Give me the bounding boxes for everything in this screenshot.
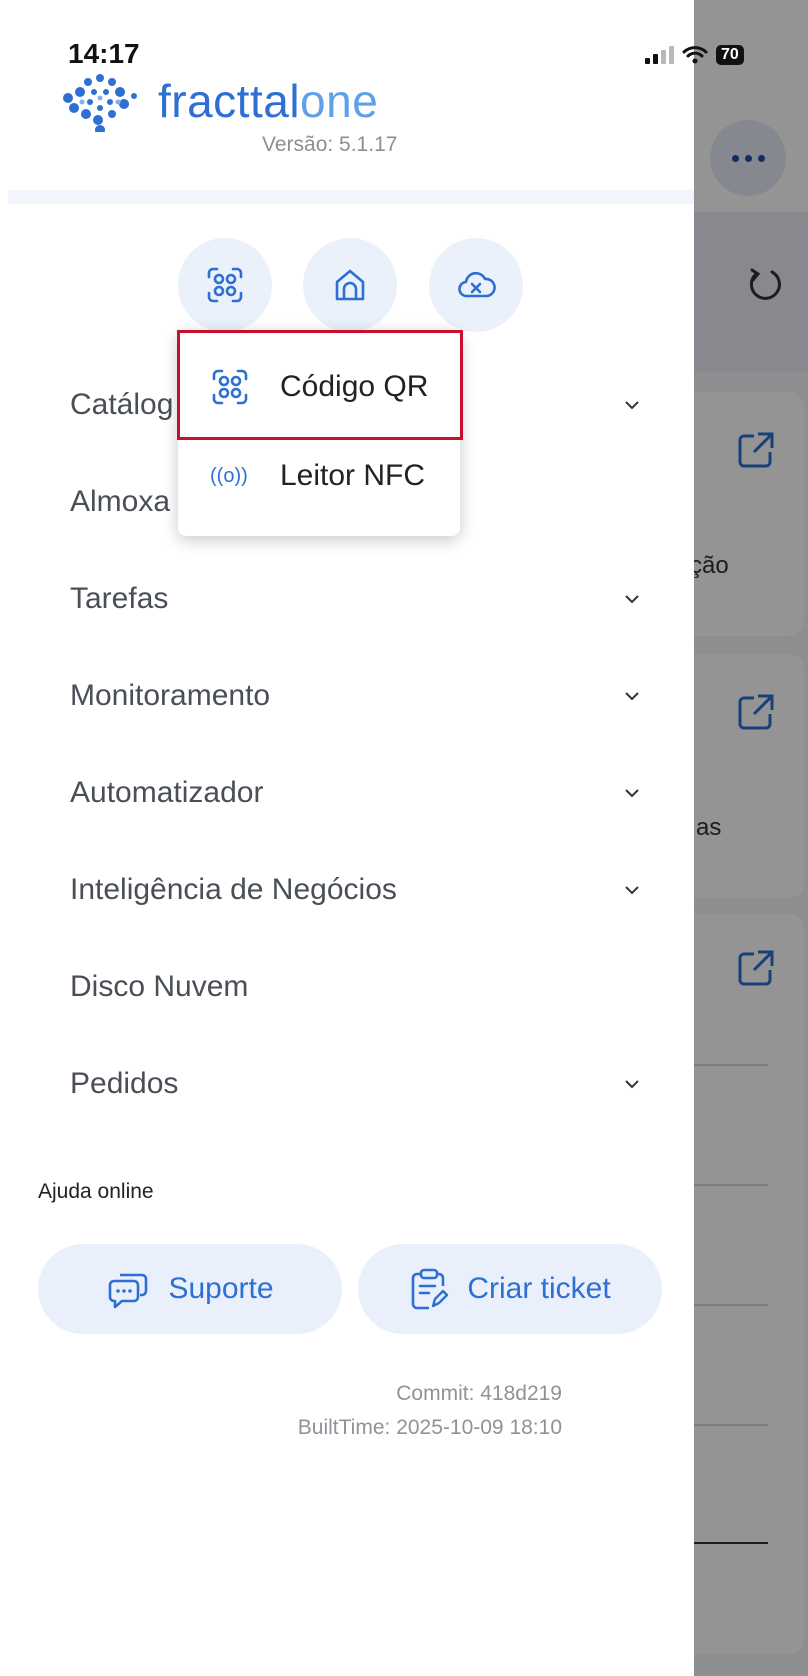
selection-highlight bbox=[177, 330, 463, 440]
menu-item-label: Catálog bbox=[70, 388, 174, 421]
navigation-drawer: fracttalone Versão: 5.1.17 14:17 70 Catá… bbox=[0, 0, 744, 1676]
built-time-info: BuiltTime: 2025-10-09 18:10 bbox=[297, 1416, 562, 1439]
offline-button[interactable] bbox=[429, 238, 523, 332]
menu-option-label: Leitor NFC bbox=[280, 459, 426, 492]
menu-item-label: Disco Nuvem bbox=[70, 970, 249, 1003]
menu-item-inteligencia-de-negocios[interactable]: Inteligência de Negócios bbox=[70, 860, 640, 920]
support-button-label: Suporte bbox=[168, 1272, 274, 1305]
menu-item-monitoramento[interactable]: Monitoramento bbox=[70, 666, 640, 726]
status-time: 14:17 bbox=[68, 38, 140, 69]
chevron-down-icon bbox=[625, 401, 639, 410]
home-button[interactable] bbox=[303, 238, 397, 332]
menu-item-label: Inteligência de Negócios bbox=[70, 873, 397, 906]
cloud-off-icon bbox=[458, 271, 496, 298]
status-icons: 70 bbox=[645, 45, 744, 65]
qr-scan-icon bbox=[207, 267, 243, 303]
chevron-down-icon bbox=[625, 595, 639, 604]
chevron-down-icon bbox=[625, 789, 639, 798]
home-icon bbox=[335, 269, 365, 301]
nfc-icon: ((o)) bbox=[210, 464, 248, 487]
header-divider bbox=[8, 190, 694, 204]
brand-wordmark: fracttalone bbox=[158, 75, 379, 127]
menu-item-automatizador[interactable]: Automatizador bbox=[70, 763, 640, 823]
menu-item-pedidos[interactable]: Pedidos bbox=[70, 1054, 640, 1114]
app-version: Versão: 5.1.17 bbox=[262, 133, 398, 156]
commit-info: Commit: 418d219 bbox=[396, 1382, 562, 1405]
menu-item-tarefas[interactable]: Tarefas bbox=[70, 569, 640, 629]
chevron-down-icon bbox=[625, 886, 639, 895]
clipboard-edit-icon bbox=[412, 1268, 449, 1310]
fracttal-logo: fracttalone bbox=[60, 70, 460, 135]
create-ticket-button-label: Criar ticket bbox=[467, 1272, 611, 1305]
menu-item-disco-nuvem[interactable]: Disco Nuvem bbox=[70, 957, 640, 1017]
menu-item-label: Automatizador bbox=[70, 776, 264, 809]
menu-item-label: Tarefas bbox=[70, 582, 169, 615]
chat-support-icon bbox=[109, 1273, 148, 1309]
menu-item-label: Pedidos bbox=[70, 1067, 179, 1100]
menu-option-nfc-reader[interactable]: ((o)) Leitor NFC bbox=[178, 436, 460, 516]
help-section-title: Ajuda online bbox=[38, 1180, 154, 1203]
create-ticket-button[interactable]: Criar ticket bbox=[358, 1244, 662, 1334]
battery-icon: 70 bbox=[716, 45, 744, 65]
logo-mark-icon bbox=[63, 74, 137, 135]
chevron-down-icon bbox=[625, 1080, 639, 1089]
menu-item-label: Monitoramento bbox=[70, 679, 271, 712]
chevron-down-icon bbox=[625, 692, 639, 701]
menu-item-label: Almoxa bbox=[70, 485, 171, 518]
wifi-icon bbox=[682, 46, 708, 64]
support-button[interactable]: Suporte bbox=[38, 1244, 342, 1334]
scan-button[interactable] bbox=[178, 238, 272, 332]
signal-icon bbox=[645, 46, 674, 64]
